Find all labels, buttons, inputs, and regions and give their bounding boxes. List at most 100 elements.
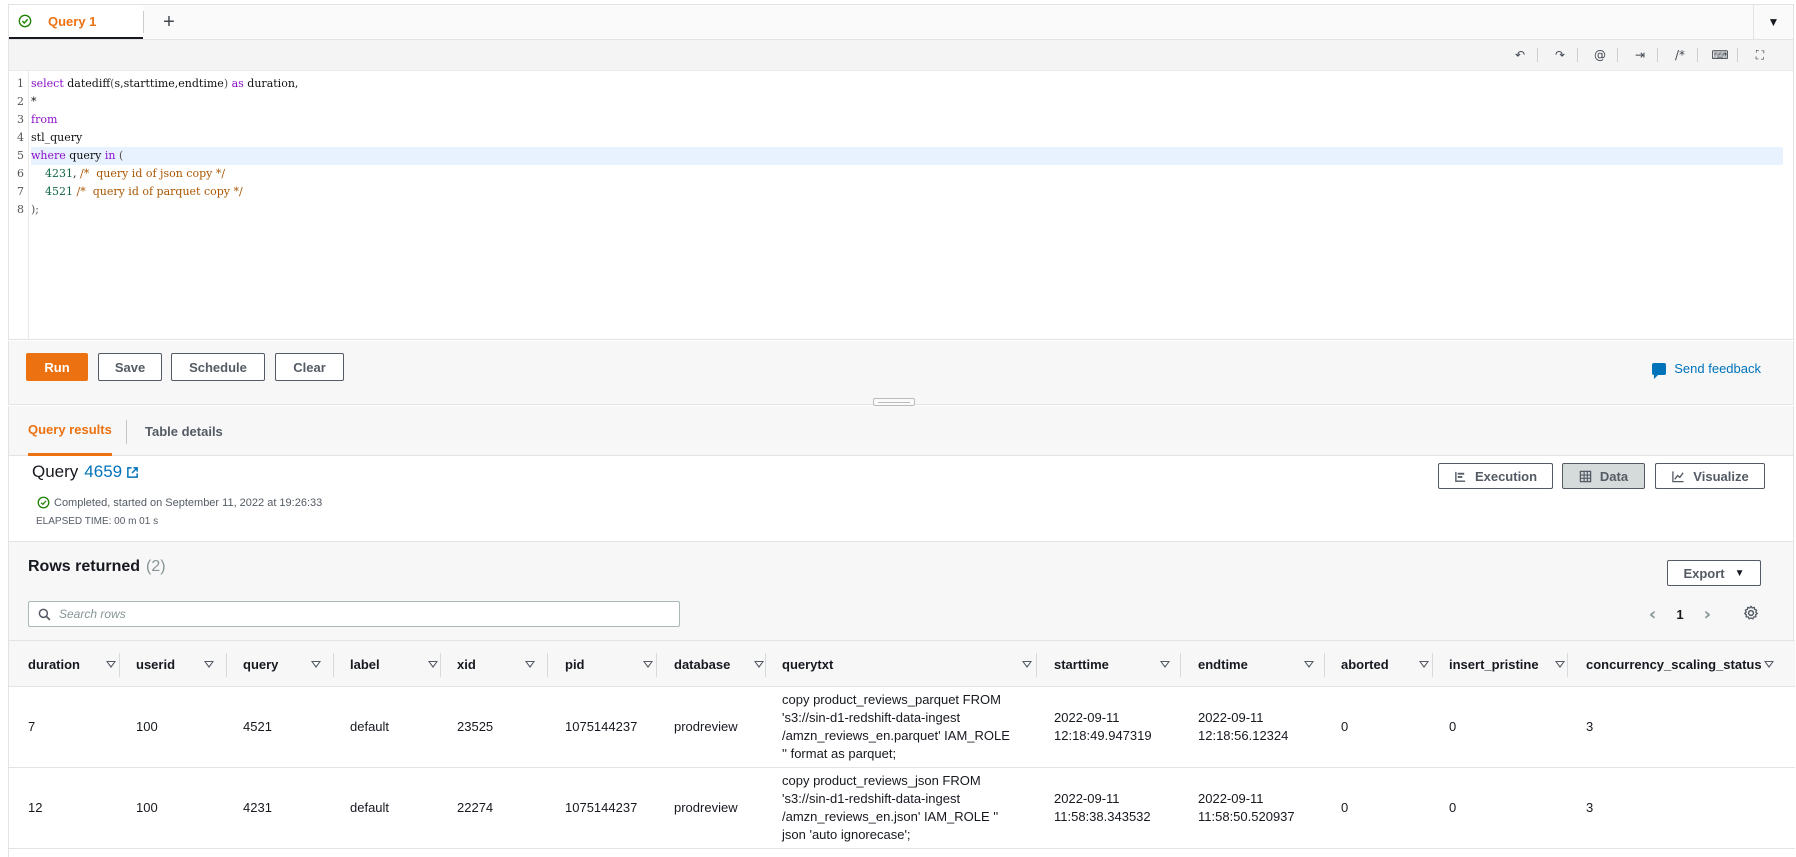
code-line-6[interactable]: 4231, /* query id of json copy */ bbox=[31, 165, 1783, 183]
execution-button[interactable]: Execution bbox=[1438, 463, 1553, 489]
comment-icon[interactable]: /* bbox=[1669, 45, 1691, 65]
cell-querytxt: copy product_reviews_parquet FROM 's3://… bbox=[782, 692, 1010, 761]
column-divider[interactable] bbox=[547, 653, 548, 677]
sort-icon[interactable] bbox=[525, 661, 535, 668]
tab-table-details[interactable]: Table details bbox=[145, 406, 223, 456]
schedule-button[interactable]: Schedule bbox=[171, 353, 265, 381]
column-header-label: database bbox=[674, 657, 731, 672]
data-button[interactable]: Data bbox=[1562, 463, 1645, 489]
sort-icon[interactable] bbox=[1555, 661, 1565, 668]
code-line-1[interactable]: select datediff(s,starttime,endtime) as … bbox=[31, 75, 1783, 93]
sort-icon[interactable] bbox=[1764, 661, 1774, 668]
sort-icon[interactable] bbox=[1160, 661, 1170, 668]
code-line-3[interactable]: from bbox=[31, 111, 1783, 129]
table-header: duration userid query label xid pid data… bbox=[9, 640, 1795, 687]
column-divider[interactable] bbox=[1324, 653, 1325, 677]
keyboard-icon[interactable]: ⌨ bbox=[1709, 45, 1731, 65]
tab-menu-button[interactable]: ▼ bbox=[1753, 5, 1793, 39]
save-button[interactable]: Save bbox=[98, 353, 162, 381]
indent-icon[interactable]: ⇥ bbox=[1629, 45, 1651, 65]
column-divider[interactable] bbox=[1180, 653, 1181, 677]
column-header-label: xid bbox=[457, 657, 476, 672]
code-line-2[interactable]: * bbox=[31, 93, 1783, 111]
search-input[interactable] bbox=[59, 607, 659, 621]
column-divider[interactable] bbox=[765, 653, 766, 677]
column-header-endtime[interactable]: endtime bbox=[1198, 641, 1326, 688]
column-divider[interactable] bbox=[333, 653, 334, 677]
line-number: 8 bbox=[17, 203, 24, 216]
column-divider[interactable] bbox=[1567, 653, 1568, 677]
sort-icon[interactable] bbox=[1304, 661, 1314, 668]
column-divider[interactable] bbox=[1036, 653, 1037, 677]
panel-resize-handle[interactable] bbox=[873, 398, 915, 406]
column-divider[interactable] bbox=[656, 653, 657, 677]
column-header-duration[interactable]: duration bbox=[28, 641, 128, 688]
column-header-aborted[interactable]: aborted bbox=[1341, 641, 1441, 688]
search-rows-field[interactable] bbox=[28, 601, 680, 627]
tab-query-1[interactable]: Query 1 bbox=[9, 5, 143, 39]
cell-insert-pristine: 0 bbox=[1449, 719, 1457, 734]
query-id-link[interactable]: 4659 bbox=[84, 462, 122, 482]
column-header-label: concurrency_scaling_status bbox=[1586, 657, 1762, 672]
next-page-icon[interactable]: › bbox=[1704, 604, 1711, 625]
column-divider[interactable] bbox=[226, 653, 227, 677]
column-header-insert-pristine[interactable]: insert_pristine bbox=[1449, 641, 1577, 688]
redo-icon[interactable]: ↷ bbox=[1549, 45, 1571, 65]
column-header-xid[interactable]: xid bbox=[457, 641, 547, 688]
code-line-5[interactable]: where query in ( bbox=[31, 147, 1783, 165]
page-number[interactable]: 1 bbox=[1676, 607, 1683, 622]
sort-icon[interactable] bbox=[204, 661, 214, 668]
clear-button[interactable]: Clear bbox=[275, 353, 344, 381]
external-link-icon[interactable] bbox=[126, 466, 139, 479]
send-feedback-link[interactable]: Send feedback bbox=[1652, 361, 1761, 379]
sort-icon[interactable] bbox=[106, 661, 116, 668]
cell-concurrency-scaling-status: 3 bbox=[1586, 719, 1594, 734]
code-line-8[interactable]: ); bbox=[31, 201, 1783, 219]
sort-icon[interactable] bbox=[1419, 661, 1429, 668]
run-button[interactable]: Run bbox=[26, 353, 88, 381]
sql-keyword: where bbox=[31, 149, 66, 162]
sort-icon[interactable] bbox=[1022, 661, 1032, 668]
sql-editor[interactable]: 1 2 3 4 5 6 7 8 select datediff(s,startt… bbox=[8, 70, 1794, 340]
sort-icon[interactable] bbox=[428, 661, 438, 668]
code-line-7[interactable]: 4521 /* query id of parquet copy */ bbox=[31, 183, 1783, 201]
column-header-querytxt[interactable]: querytxt bbox=[782, 641, 1044, 688]
column-header-pid[interactable]: pid bbox=[565, 641, 665, 688]
column-divider[interactable] bbox=[1432, 653, 1433, 677]
cell-pid: 1075144237 bbox=[565, 800, 638, 815]
export-dropdown[interactable]: Export ▼ bbox=[1667, 560, 1761, 586]
previous-page-icon[interactable]: ‹ bbox=[1649, 604, 1656, 625]
tab-query-results[interactable]: Query results bbox=[28, 406, 112, 456]
column-header-label: querytxt bbox=[782, 657, 834, 672]
line-number-gutter: 1 2 3 4 5 6 7 8 bbox=[9, 71, 29, 339]
line-number: 7 bbox=[17, 185, 24, 198]
sort-icon[interactable] bbox=[643, 661, 653, 668]
code-line-4[interactable]: stl_query bbox=[31, 129, 1783, 147]
sort-icon[interactable] bbox=[311, 661, 321, 668]
line-number: 3 bbox=[17, 113, 24, 126]
column-divider[interactable] bbox=[440, 653, 441, 677]
column-header-starttime[interactable]: starttime bbox=[1054, 641, 1182, 688]
column-header-userid[interactable]: userid bbox=[136, 641, 226, 688]
fullscreen-icon[interactable]: ⛶ bbox=[1749, 45, 1771, 65]
cell-aborted: 0 bbox=[1341, 800, 1349, 815]
add-tab-button[interactable]: + bbox=[157, 10, 181, 34]
table-row[interactable]: 12 100 4231 default 22274 1075144237 pro… bbox=[9, 768, 1795, 849]
sort-icon[interactable] bbox=[754, 661, 764, 668]
at-icon[interactable]: @ bbox=[1589, 45, 1611, 65]
column-header-label[interactable]: label bbox=[350, 641, 450, 688]
cell-query: 4521 bbox=[243, 719, 272, 734]
column-header-concurrency-scaling-status[interactable]: concurrency_scaling_status bbox=[1586, 641, 1786, 688]
query-title: Query 4659 bbox=[32, 462, 139, 482]
table-row[interactable]: 7 100 4521 default 23525 1075144237 prod… bbox=[9, 687, 1795, 768]
column-header-database[interactable]: database bbox=[674, 641, 776, 688]
visualize-button[interactable]: Visualize bbox=[1655, 463, 1765, 489]
sql-number: 4521 bbox=[45, 185, 73, 198]
data-label: Data bbox=[1599, 468, 1629, 484]
column-header-query[interactable]: query bbox=[243, 641, 333, 688]
sql-keyword: as bbox=[228, 77, 244, 90]
gear-icon[interactable] bbox=[1743, 605, 1759, 621]
undo-icon[interactable]: ↶ bbox=[1509, 45, 1531, 65]
tab-divider bbox=[143, 11, 144, 33]
column-divider[interactable] bbox=[119, 653, 120, 677]
